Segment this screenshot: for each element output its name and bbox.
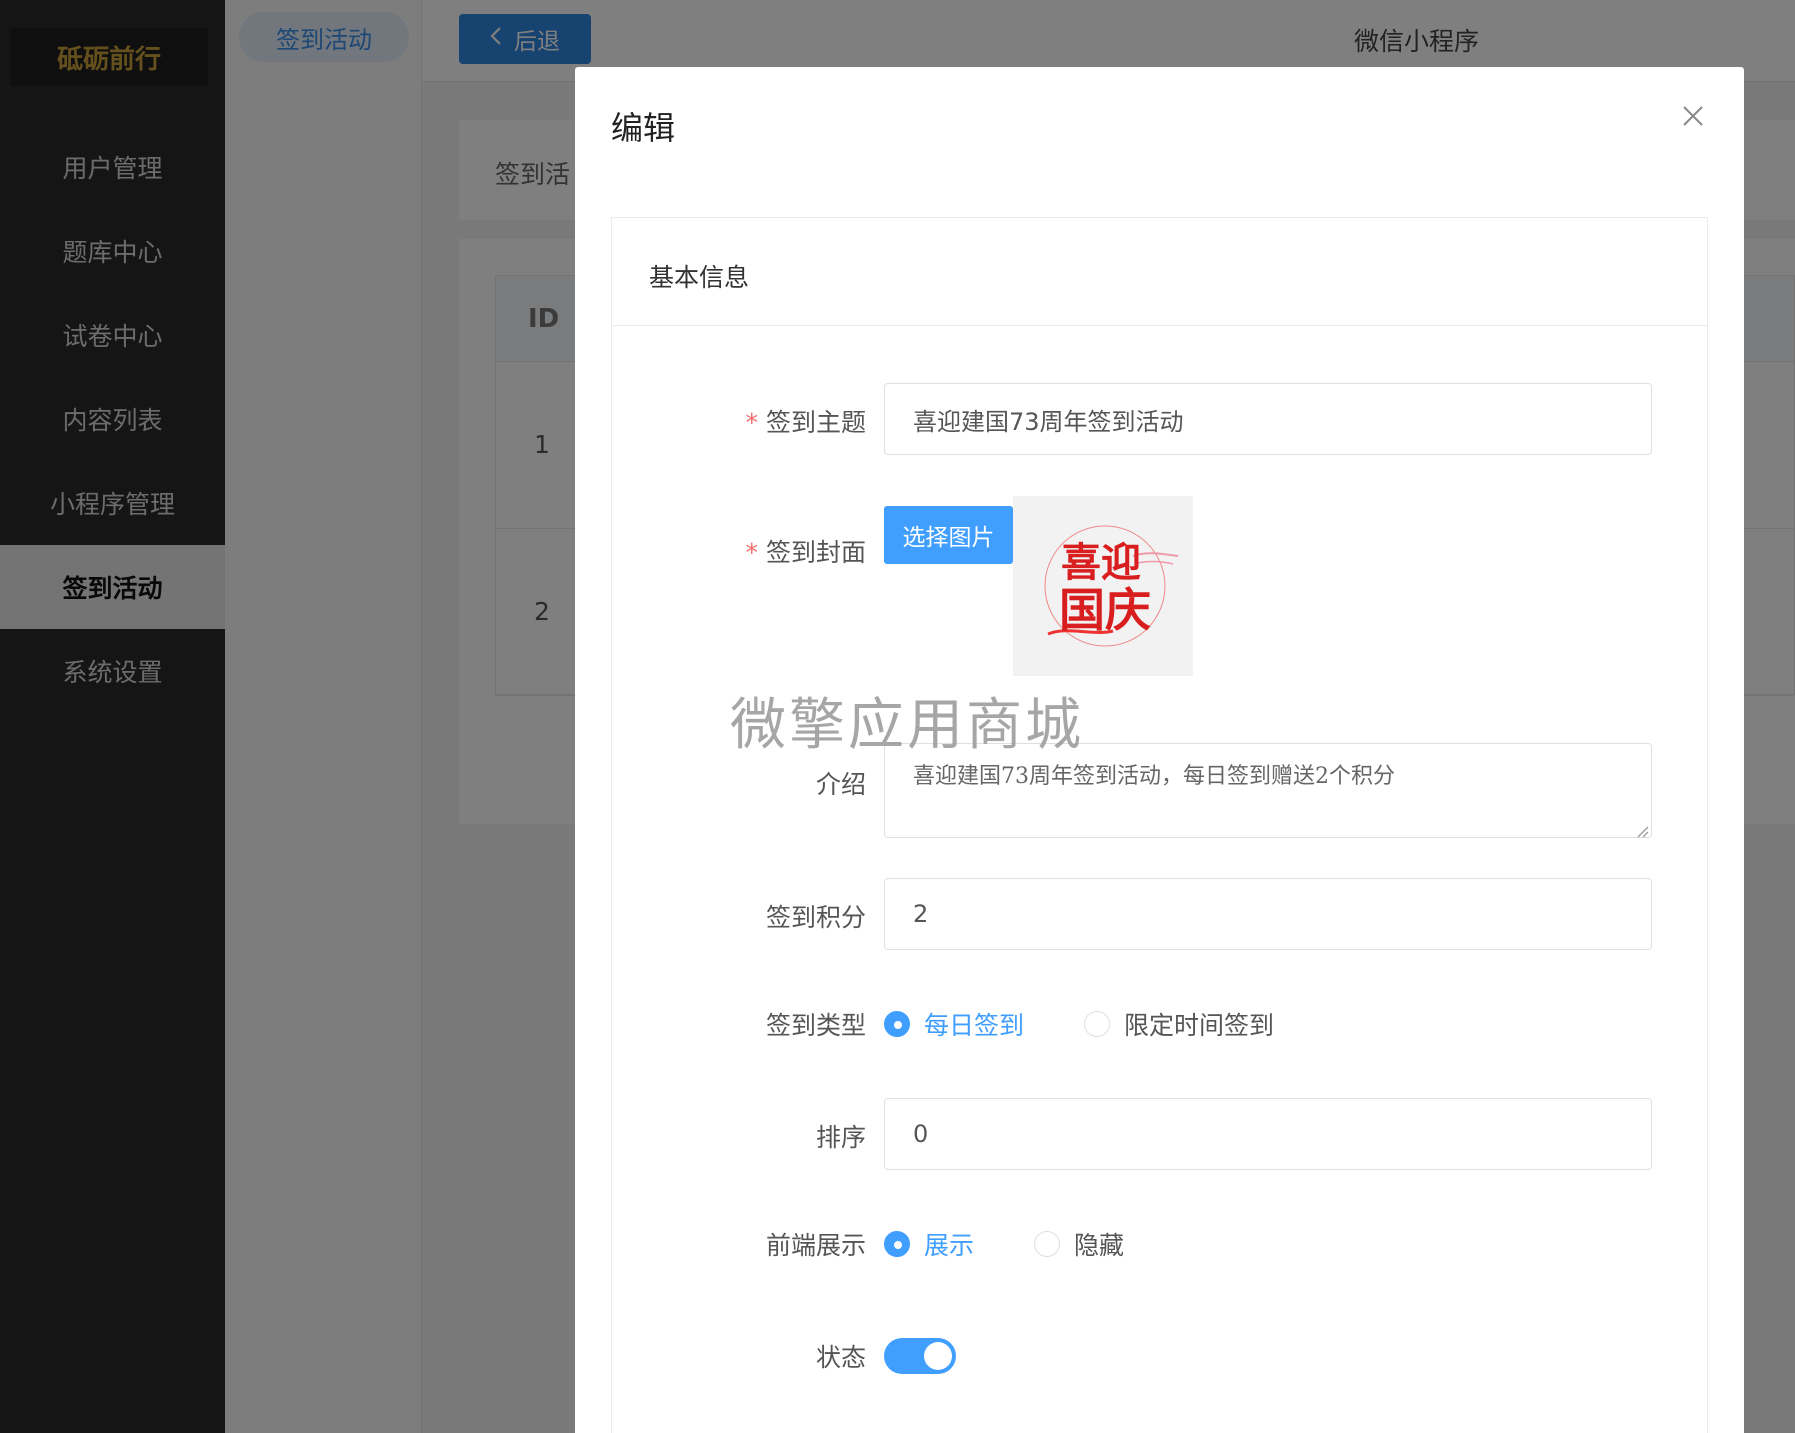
watermark: 微擎应用商城 (730, 693, 1084, 758)
cover-image-text-bottom: 国庆 (1059, 583, 1151, 637)
radio-daily-checkin[interactable]: 每日签到 (884, 1006, 1024, 1042)
required-asterisk: * (745, 408, 758, 437)
dialog-title: 编辑 (611, 109, 676, 147)
theme-input[interactable]: 喜迎建国73周年签到活动 (884, 383, 1652, 455)
intro-label: 介绍 (815, 770, 866, 799)
cover-image: 喜迎 国庆 (1013, 496, 1193, 676)
theme-label: * 签到主题 (745, 408, 866, 437)
radio-hide[interactable]: 隐藏 (1034, 1226, 1124, 1262)
radio-dot (884, 1011, 910, 1037)
radio-dot (1084, 1011, 1110, 1037)
points-input[interactable]: 2 (884, 878, 1652, 950)
cover-label: * 签到封面 (745, 538, 866, 567)
status-toggle[interactable] (884, 1338, 956, 1374)
choose-image-button[interactable]: 选择图片 (884, 506, 1013, 564)
intro-text: 喜迎建国73周年签到活动，每日签到赠送2个积分 (913, 764, 1395, 789)
display-label: 前端展示 (765, 1231, 866, 1260)
section-title: 基本信息 (649, 263, 750, 292)
radio-show[interactable]: 展示 (884, 1226, 974, 1262)
sort-input[interactable]: 0 (884, 1098, 1652, 1170)
toggle-knob (924, 1342, 952, 1370)
radio-timed-checkin[interactable]: 限定时间签到 (1084, 1006, 1274, 1042)
resize-handle-icon[interactable] (1633, 819, 1649, 838)
close-icon[interactable] (1680, 103, 1706, 129)
points-label: 签到积分 (765, 903, 866, 932)
section-header: 基本信息 (612, 218, 1707, 326)
radio-dot (884, 1231, 910, 1257)
sort-label: 排序 (815, 1123, 866, 1152)
basic-info-section: 基本信息 *签到主题 喜迎建国73周年签到活动 *签到封面 选择图片 喜迎 (611, 217, 1708, 1433)
radio-dot (1034, 1231, 1060, 1257)
status-label: 状态 (815, 1343, 866, 1372)
cover-image-text-top: 喜迎 (1061, 539, 1141, 586)
type-label: 签到类型 (765, 1011, 866, 1040)
required-asterisk: * (745, 538, 758, 567)
